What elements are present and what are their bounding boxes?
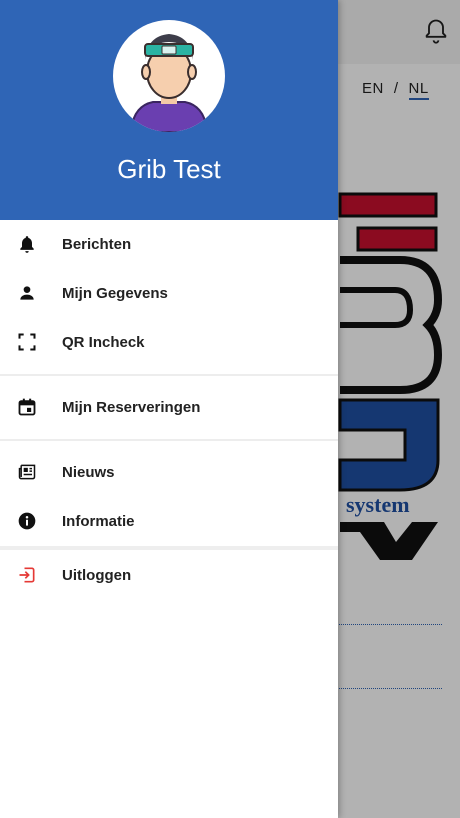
calendar-icon	[16, 396, 38, 418]
menu-label: QR Incheck	[62, 333, 145, 351]
menu-item-informatie[interactable]: Informatie	[0, 497, 338, 545]
menu-divider	[0, 546, 338, 550]
menu-item-qr-incheck[interactable]: QR Incheck	[0, 318, 338, 366]
menu-label: Berichten	[62, 235, 132, 253]
menu-item-uitloggen[interactable]: Uitloggen	[0, 551, 338, 599]
bell-icon	[16, 233, 38, 255]
drawer-header: Grib Test	[0, 0, 338, 220]
logout-icon	[16, 564, 38, 586]
menu-label: Mijn Gegevens	[62, 284, 168, 302]
menu-label: Mijn Reserveringen	[62, 398, 201, 416]
menu-item-mijn-gegevens[interactable]: Mijn Gegevens	[0, 269, 338, 317]
menu-label: Informatie	[62, 512, 135, 530]
menu-label: Nieuws	[62, 463, 115, 481]
menu-divider	[0, 374, 338, 376]
menu-label: Uitloggen	[62, 566, 132, 584]
menu-item-nieuws[interactable]: Nieuws	[0, 448, 338, 496]
person-icon	[16, 282, 38, 304]
newspaper-icon	[16, 461, 38, 483]
avatar	[113, 20, 225, 132]
menu-item-mijn-reserveringen[interactable]: Mijn Reserveringen	[0, 383, 338, 431]
navigation-drawer: Grib Test Berichten Mijn Gegevens QR Inc…	[0, 0, 338, 818]
menu-item-berichten[interactable]: Berichten	[0, 220, 338, 268]
qr-scan-icon	[16, 331, 38, 353]
avatar-person-icon	[129, 34, 209, 132]
info-icon	[16, 510, 38, 532]
user-name: Grib Test	[117, 154, 221, 184]
menu-divider	[0, 439, 338, 441]
